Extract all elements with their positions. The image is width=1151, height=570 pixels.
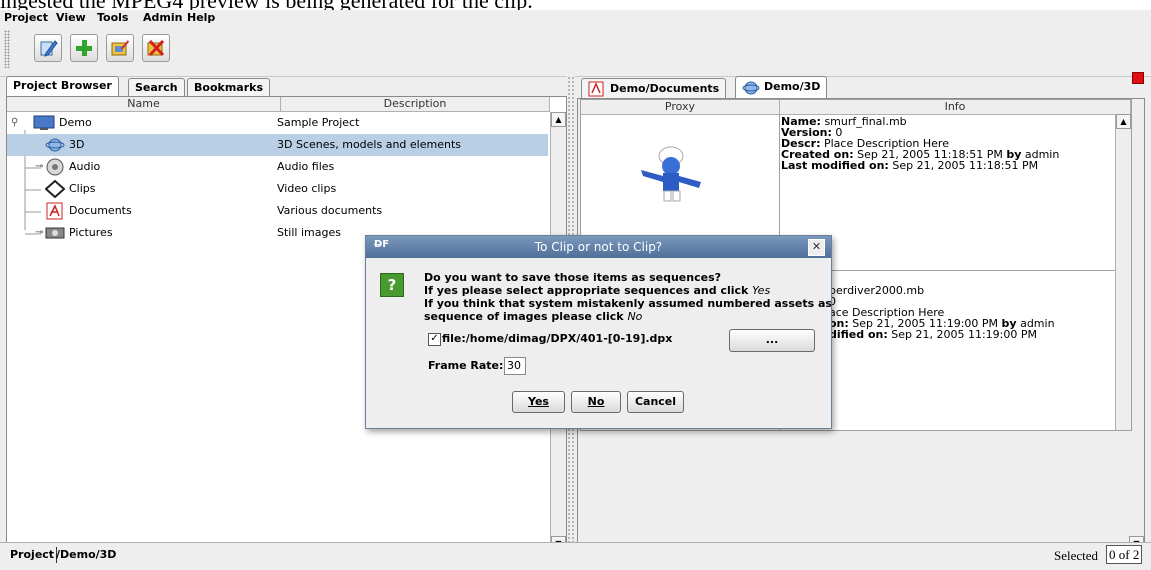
tab-project-browser[interactable]: Project Browser [6, 76, 119, 96]
toolbar [0, 26, 1151, 77]
frame-rate-input[interactable]: 30 [504, 357, 526, 375]
close-panel-icon[interactable] [1132, 72, 1144, 84]
tree-row-name: 3D [69, 138, 85, 151]
status-selected-count: 0 of 2 [1106, 545, 1143, 564]
yes-button[interactable]: Yes [512, 391, 565, 413]
no-button[interactable]: No [571, 391, 621, 413]
tab-search[interactable]: Search [128, 78, 185, 96]
dialog-close-icon[interactable]: ✕ [808, 239, 825, 256]
tab-demo-documents[interactable]: Demo/Documents [581, 78, 727, 98]
delete-button[interactable] [142, 34, 170, 62]
tree-row-description: Sample Project [277, 116, 360, 129]
info-name: perdiver2000.mb [829, 284, 925, 297]
edit-icon [40, 40, 58, 57]
menu-bar: Project View Tools Admin Help [0, 10, 1151, 26]
tree-row-description: Various documents [277, 204, 383, 217]
edit-document-button[interactable] [106, 34, 134, 62]
toolbar-grip[interactable] [4, 30, 10, 68]
scroll-up-icon[interactable]: ▲ [1116, 114, 1131, 129]
add-icon [76, 40, 92, 56]
dialog-title-bar[interactable]: D̶F To Clip or not to Clip? ✕ [366, 236, 831, 258]
grid-scrollbar[interactable]: ▲ [1115, 114, 1131, 430]
monitor-icon [33, 115, 55, 130]
pdf-icon [46, 202, 63, 220]
tree-row-clips[interactable]: Clips Video clips [7, 178, 548, 200]
add-button[interactable] [70, 34, 98, 62]
edit-button[interactable] [34, 34, 62, 62]
dialog-title: To Clip or not to Clip? [534, 240, 663, 254]
tree-row-name: Audio [69, 160, 101, 173]
status-selected-label: Selected [1054, 548, 1099, 563]
tree-row-description: 3D Scenes, models and elements [277, 138, 461, 151]
speaker-icon [46, 158, 64, 176]
tab-label: Demo/3D [764, 80, 821, 93]
cancel-button[interactable]: Cancel [627, 391, 684, 413]
tab-demo-3d[interactable]: Demo/3D [735, 76, 828, 98]
frame-rate-label: Frame Rate: [428, 359, 504, 372]
status-path: /Demo/3D [56, 548, 117, 561]
tree-row-documents[interactable]: Documents Various documents [7, 200, 548, 222]
menu-project[interactable]: Project [4, 10, 48, 26]
tree-row-name: Demo [59, 116, 92, 129]
tree-row-name: Documents [69, 204, 132, 217]
tab-bookmarks[interactable]: Bookmarks [187, 78, 270, 96]
menu-view[interactable]: View [56, 10, 86, 26]
question-icon: ? [380, 273, 404, 297]
3d-icon [45, 138, 65, 152]
sequence-path-label: file:/home/dimag/DPX/401-[0-19].dpx [442, 332, 673, 345]
dialog-message: Do you want to save those items as seque… [424, 271, 832, 323]
row-divider [780, 270, 1131, 271]
3d-icon [742, 81, 760, 95]
tree-row-demo[interactable]: ⚲ Demo Sample Project [7, 112, 548, 134]
tree-row-description: Video clips [277, 182, 337, 195]
expand-toggle-icon[interactable]: ⚲ [11, 112, 18, 134]
tree-row-description: Still images [277, 226, 341, 239]
status-project-label: Project [10, 548, 55, 561]
tree-row-3d[interactable]: 3D 3D Scenes, models and elements [7, 134, 548, 156]
scroll-up-icon[interactable]: ▲ [551, 112, 566, 127]
sequence-checkbox[interactable]: ✓ [428, 333, 441, 346]
menu-help[interactable]: Help [187, 10, 215, 26]
column-header-description[interactable]: Description [281, 97, 550, 112]
app-window: Project View Tools Admin Help Project Br… [0, 10, 1151, 570]
column-header-proxy[interactable]: Proxy [581, 100, 780, 115]
status-bar: Project /Demo/3D Selected 0 of 2 [0, 542, 1151, 570]
tree-row-description: Audio files [277, 160, 335, 173]
menu-admin[interactable]: Admin [143, 10, 182, 26]
clip-icon [45, 180, 65, 198]
camera-icon [45, 227, 65, 239]
pdf-icon [588, 81, 604, 97]
menu-tools[interactable]: Tools [97, 10, 128, 26]
column-header-name[interactable]: Name [7, 97, 281, 112]
browse-button[interactable]: ... [729, 329, 815, 352]
tree-row-name: Pictures [69, 226, 113, 239]
delete-icon [147, 39, 165, 57]
info-modified: Last modified on: Sep 21, 2005 11:18:51 … [781, 159, 1039, 172]
clip-dialog: D̶F To Clip or not to Clip? ✕ ? Do you w… [365, 235, 832, 429]
smurf-thumbnail[interactable] [637, 142, 707, 207]
info-modified: dified on: Sep 21, 2005 11:19:00 PM [829, 328, 1037, 341]
tab-label: Demo/Documents [610, 82, 720, 95]
edit-document-icon [111, 40, 129, 56]
expand-toggle-icon[interactable]: ⊸ [35, 156, 43, 178]
tree-row-audio[interactable]: ⊸ Audio Audio files [7, 156, 548, 178]
tree-row-name: Clips [69, 182, 96, 195]
expand-toggle-icon[interactable]: ⊸ [35, 222, 43, 244]
column-header-info[interactable]: Info [780, 100, 1131, 115]
